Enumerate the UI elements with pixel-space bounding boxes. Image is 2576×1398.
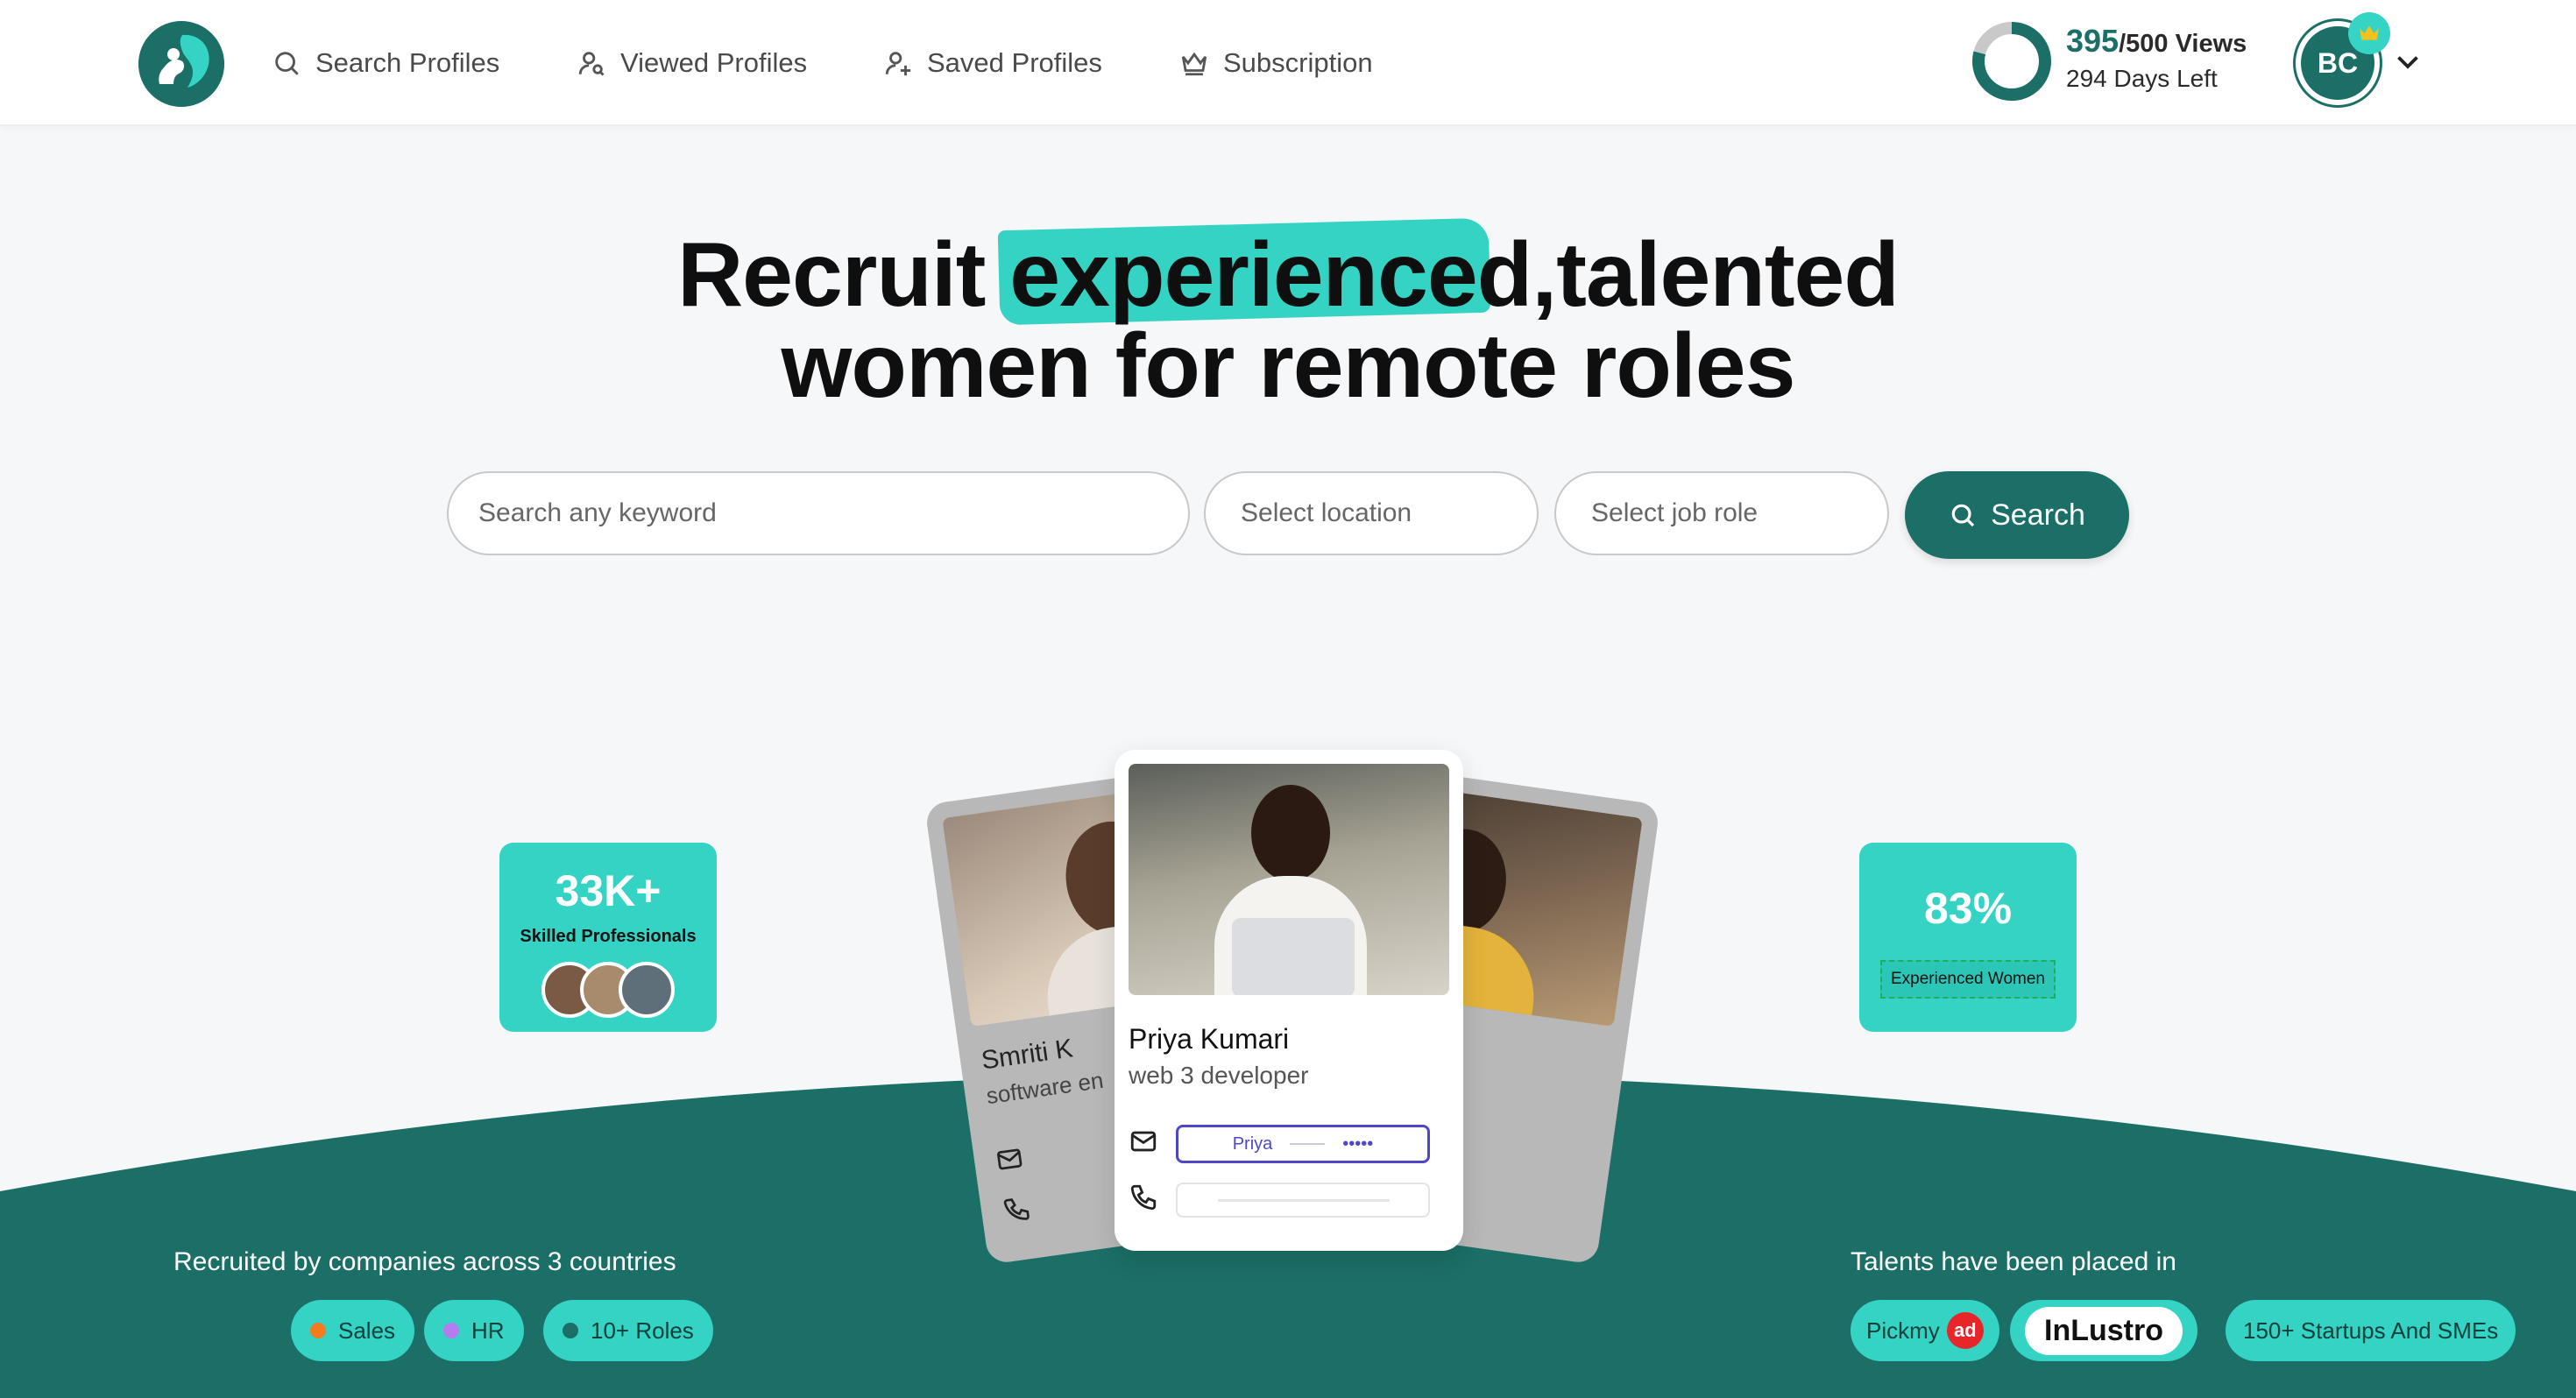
recruited-by-label: Recruited by companies across 3 countrie…	[173, 1247, 676, 1276]
avatar-stack	[541, 962, 675, 1018]
phone-icon	[1130, 1184, 1157, 1211]
nav-saved-profiles[interactable]: Saved Profiles	[883, 42, 1102, 84]
profile-role: web 3 developer	[1129, 1062, 1309, 1089]
chip-dot	[563, 1323, 578, 1338]
stat-card-experienced: 83% Experienced Women	[1859, 843, 2077, 1032]
company-inlustro: InLustro	[2010, 1300, 2197, 1361]
nav-subscription-label: Subscription	[1223, 47, 1373, 78]
masked-email-field: Priya •••••	[1176, 1125, 1430, 1163]
brand-logo[interactable]	[138, 21, 224, 107]
location-select[interactable]	[1204, 471, 1539, 555]
stat-professionals-number: 33K+	[555, 866, 662, 915]
hero-title-pre: Recruit	[677, 224, 1010, 326]
profile-photo	[1129, 764, 1449, 995]
search-button-label: Search	[1991, 498, 2085, 532]
user-view-icon	[578, 52, 605, 76]
views-summary: 395/500 Views 294 Days Left	[2066, 23, 2247, 93]
stat-experienced-number: 83%	[1923, 884, 2013, 933]
phone-icon	[1003, 1198, 1030, 1220]
mail-icon	[1130, 1131, 1157, 1152]
stat-card-professionals: 33K+ Skilled Professionals	[499, 843, 717, 1032]
views-progress-ring	[1972, 22, 2051, 101]
logo-icon	[138, 21, 224, 107]
masked-phone-field	[1176, 1183, 1430, 1218]
chip-dot	[443, 1323, 459, 1338]
company-pickmyad: Pickmy ad	[1851, 1300, 1999, 1361]
views-count: 395	[2066, 23, 2120, 59]
masked-email-dots: •••••	[1342, 1133, 1374, 1154]
stack-avatar	[619, 962, 675, 1018]
premium-crown-badge	[2348, 12, 2390, 54]
ad-logo: ad	[1946, 1312, 1984, 1349]
search-button-icon	[1951, 504, 1975, 527]
keyword-search-input[interactable]	[447, 471, 1190, 555]
search-button[interactable]: Search	[1905, 471, 2129, 559]
profile-name: Priya Kumari	[1129, 1023, 1290, 1055]
nav-viewed-profiles-label: Viewed Profiles	[620, 47, 808, 78]
inlustro-logo: InLustro	[2025, 1306, 2183, 1355]
chip-sales-label: Sales	[338, 1317, 396, 1344]
nav-subscription[interactable]: Subscription	[1179, 42, 1373, 84]
hero-title-highlight-wrap: experience	[997, 217, 1491, 326]
chip-roles-label: 10+ Roles	[591, 1317, 694, 1344]
days-left: 294 Days Left	[2066, 65, 2218, 92]
mask-divider	[1290, 1143, 1326, 1145]
chip-startups: 150+ Startups And SMEs	[2226, 1300, 2516, 1361]
views-total: /500 Views	[2119, 30, 2247, 58]
hero-title-highlight: experience	[1009, 224, 1477, 326]
hero-title-post: d,talented	[1476, 224, 1900, 326]
hero-title: Recruit experienced,talented women for r…	[0, 217, 2576, 417]
profile-name: Smriti K	[979, 1034, 1075, 1076]
mail-icon	[997, 1148, 1023, 1170]
profile-card-main[interactable]: Priya Kumari web 3 developer Priya •••••	[1115, 750, 1463, 1251]
stat-experienced-label: Experienced Women	[1880, 960, 2056, 999]
nav-search-profiles[interactable]: Search Profiles	[272, 42, 499, 84]
hero-title-line2: women for remote roles	[781, 315, 1796, 417]
nav-viewed-profiles[interactable]: Viewed Profiles	[577, 42, 807, 84]
top-navbar: Search Profiles Viewed Profiles Saved Pr…	[0, 0, 2576, 126]
stat-professionals-label: Skilled Professionals	[520, 927, 697, 946]
nav-saved-profiles-label: Saved Profiles	[927, 47, 1102, 78]
chip-startups-label: 150+ Startups And SMEs	[2243, 1317, 2499, 1344]
chip-dot	[310, 1323, 326, 1338]
chip-sales: Sales	[291, 1300, 415, 1361]
placed-in-label: Talents have been placed in	[1851, 1247, 2176, 1276]
crown-icon	[1181, 52, 1207, 76]
pickmy-text: Pickmy	[1866, 1317, 1940, 1344]
search-icon	[275, 52, 299, 75]
chip-roles: 10+ Roles	[543, 1300, 713, 1361]
nav-search-profiles-label: Search Profiles	[315, 47, 500, 78]
chip-hr: HR	[424, 1300, 524, 1361]
crown-badge-icon	[2360, 25, 2379, 40]
chevron-down-icon[interactable]	[2392, 46, 2424, 77]
user-add-icon	[885, 52, 911, 76]
chip-hr-label: HR	[471, 1317, 505, 1344]
masked-email-name: Priya	[1232, 1133, 1273, 1154]
job-role-select[interactable]	[1554, 471, 1889, 555]
